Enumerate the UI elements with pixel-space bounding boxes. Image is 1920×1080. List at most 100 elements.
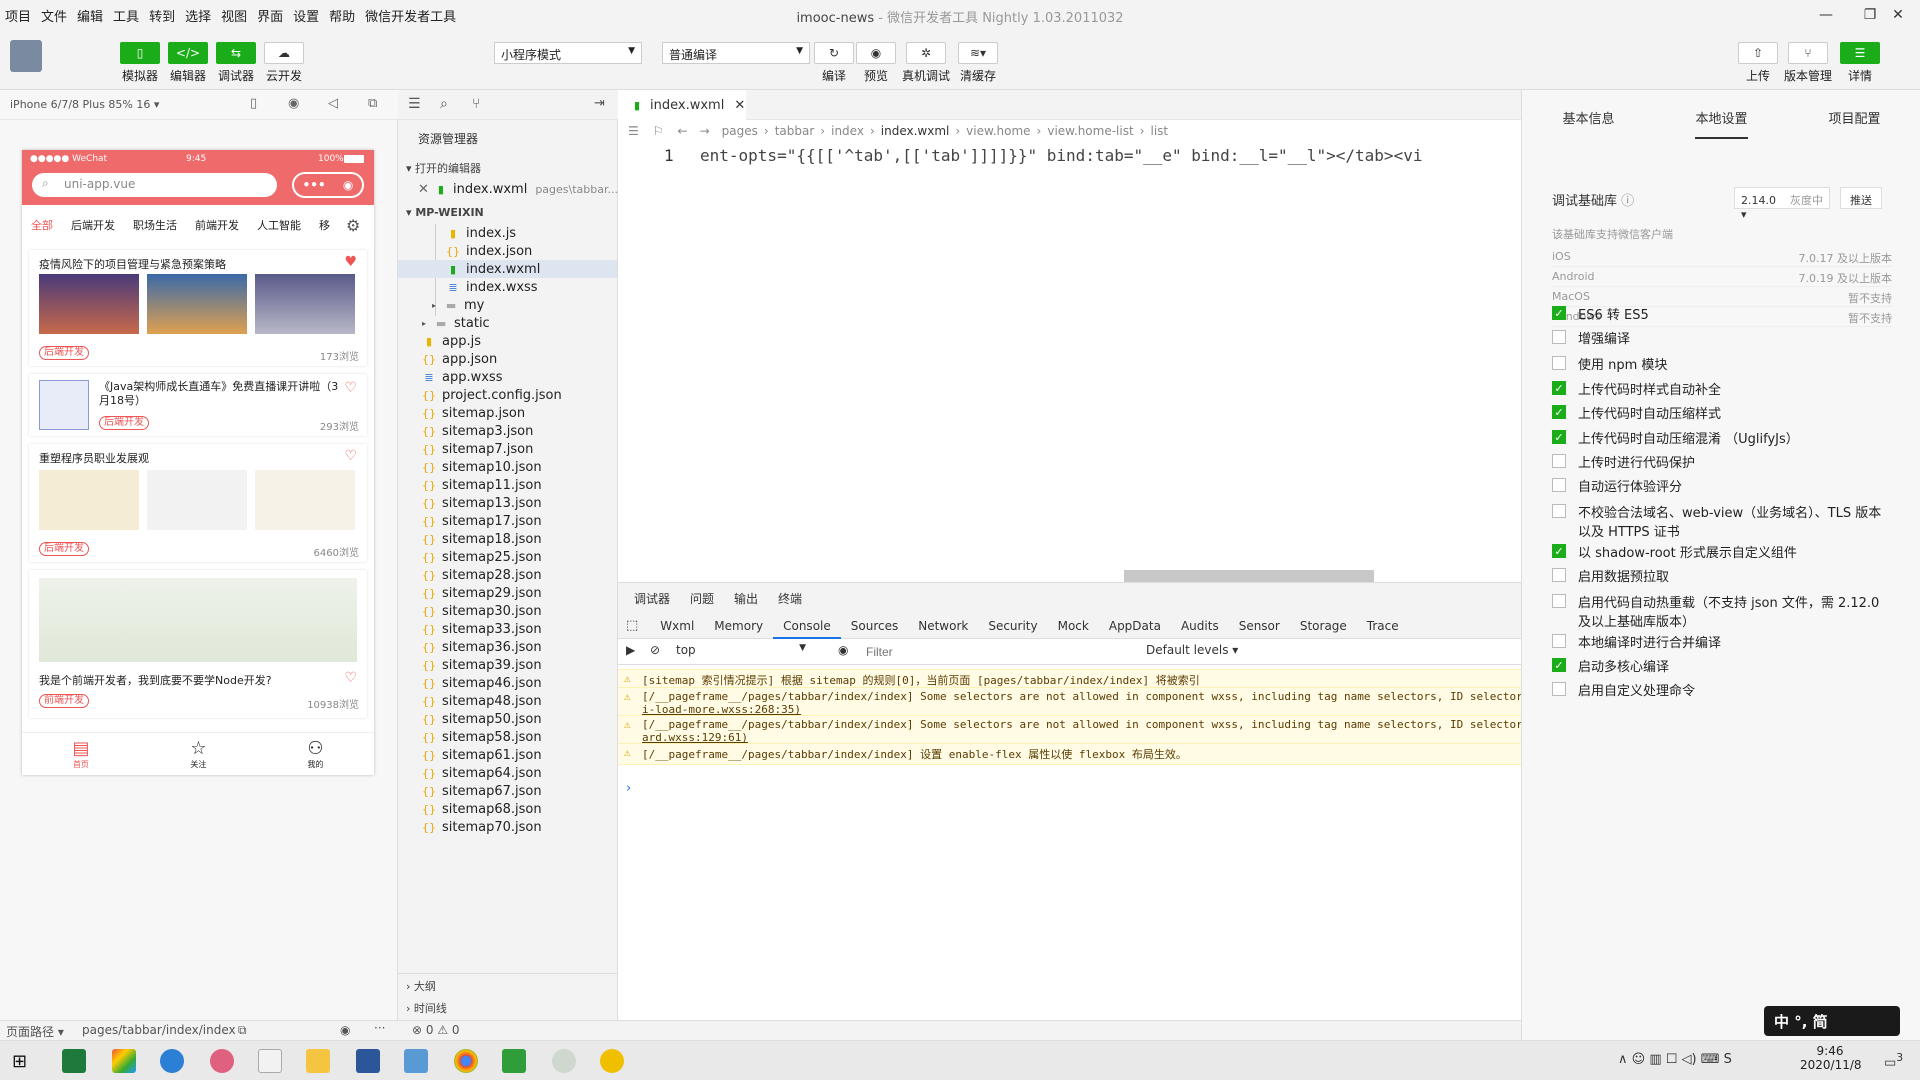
setting-checkbox[interactable]: ✓ 以 shadow-root 形式展示自定义组件 — [1552, 542, 1892, 561]
heart-icon[interactable]: ♡ — [344, 448, 357, 464]
setting-checkbox[interactable]: ✓ 启动多核心编译 — [1552, 656, 1892, 675]
breadcrumb-item[interactable]: index.wxml — [881, 124, 950, 138]
copy-icon[interactable]: ⧉ — [238, 1023, 247, 1038]
phone-search-bar[interactable]: ⌕ uni-app.vue — [32, 173, 277, 197]
setting-checkbox[interactable]: 增强编译 — [1552, 328, 1892, 347]
setting-checkbox[interactable]: 启用数据预拉取 — [1552, 566, 1892, 585]
heart-icon[interactable]: ♡ — [344, 380, 357, 396]
debug-top-tab[interactable]: 调试器 — [624, 590, 680, 607]
editor-button[interactable]: </> 编辑器 — [168, 42, 208, 84]
check-icon[interactable]: ✓ — [1552, 430, 1566, 444]
checkbox-icon[interactable] — [1552, 504, 1566, 518]
ime-toolbar[interactable]: 中 °, 简 — [1764, 1006, 1900, 1036]
eye-icon[interactable]: ◉ — [838, 643, 848, 657]
upload-button[interactable]: ⇧ 上传 — [1738, 42, 1778, 84]
category-tab[interactable]: 后端开发 — [62, 217, 124, 233]
file-tree-item[interactable]: {} sitemap28.json — [398, 566, 617, 584]
checkbox-icon[interactable] — [1552, 454, 1566, 468]
menu-item[interactable]: 界面 — [252, 6, 288, 25]
setting-checkbox[interactable]: 不校验合法域名、web-view（业务域名）、TLS 版本以及 HTTPS 证书 — [1552, 502, 1892, 540]
tab-follow[interactable]: ☆ 关注 — [190, 738, 206, 770]
device-select[interactable]: iPhone 6/7/8 Plus 85% 16 ▾ — [10, 98, 159, 111]
path-label[interactable]: 页面路径 ▾ — [6, 1023, 64, 1040]
minimize-button[interactable]: — — [1804, 0, 1848, 30]
setting-checkbox[interactable]: 上传时进行代码保护 — [1552, 452, 1892, 471]
file-tree-item[interactable]: {} sitemap17.json — [398, 512, 617, 530]
details-tab[interactable]: 基本信息 — [1562, 108, 1614, 127]
check-icon[interactable]: ✓ — [1552, 381, 1566, 395]
timeline-section[interactable]: › 时间线 — [406, 1000, 447, 1016]
check-icon[interactable]: ✓ — [1552, 405, 1566, 419]
file-tree-item[interactable]: ≣ index.wxss — [398, 278, 617, 296]
category-tab[interactable]: 人工智能 — [248, 217, 310, 233]
breadcrumb-item[interactable]: index — [831, 124, 864, 138]
notification-icon[interactable]: ▭3 — [1884, 1051, 1903, 1070]
project-section[interactable]: ▾ MP-WEIXIN — [406, 206, 484, 219]
inspect-icon[interactable]: ⬚ — [618, 618, 650, 633]
breadcrumb-item[interactable]: pages — [722, 124, 758, 138]
tab-me[interactable]: ⚇ 我的 — [307, 738, 323, 770]
outline-list-icon[interactable]: ☰ — [628, 124, 639, 138]
heart-icon[interactable]: ♡ — [344, 670, 357, 686]
article-card[interactable]: 我是个前端开发者，我到底要不要学Node开发? ♡ 前端开发 10938浏览 — [29, 570, 367, 718]
file-tree-item[interactable]: {} sitemap11.json — [398, 476, 617, 494]
devtools-tab[interactable]: Network — [908, 619, 978, 633]
file-tree-item[interactable]: {} sitemap30.json — [398, 602, 617, 620]
tray-icons[interactable]: ∧ ☺ ▥ ☐ ◁) ⌨ S — [1618, 1052, 1732, 1067]
more-icon[interactable]: ··· — [374, 1021, 385, 1035]
cloud-button[interactable]: ☁ 云开发 — [264, 42, 304, 84]
file-tree-item[interactable]: {} sitemap70.json — [398, 818, 617, 836]
close-icon[interactable]: ✕ — [418, 182, 429, 197]
file-tree-item[interactable]: {} sitemap33.json — [398, 620, 617, 638]
breadcrumb-item[interactable]: list — [1151, 124, 1169, 138]
file-tree-item[interactable]: {} sitemap68.json — [398, 800, 617, 818]
file-tree-item[interactable]: {} sitemap25.json — [398, 548, 617, 566]
word-icon[interactable] — [356, 1049, 380, 1073]
file-tree-item[interactable]: {} sitemap39.json — [398, 656, 617, 674]
clock[interactable]: 9:46 2020/11/8 — [1800, 1044, 1862, 1072]
menu-item[interactable]: 文件 — [36, 6, 72, 25]
checkbox-icon[interactable] — [1552, 356, 1566, 370]
breadcrumb-item[interactable]: view.home-list — [1047, 124, 1133, 138]
branch-icon[interactable]: ⑂ — [472, 96, 480, 112]
file-tree-item[interactable]: ▮ app.js — [398, 332, 617, 350]
hbuilder-icon[interactable] — [502, 1049, 526, 1073]
category-tab[interactable]: 职场生活 — [124, 217, 186, 233]
chrome-icon[interactable] — [454, 1049, 478, 1073]
editor-tab[interactable]: ▮ index.wxml ✕ — [618, 90, 746, 120]
checkbox-icon[interactable] — [1552, 330, 1566, 344]
file-tree-item[interactable]: {} app.json — [398, 350, 617, 368]
file-tree-item[interactable]: {} index.json — [398, 242, 617, 260]
mode-select[interactable]: 小程序模式 ▼ — [494, 42, 642, 64]
wechat-devtools-icon[interactable] — [552, 1049, 576, 1073]
settings-icon[interactable]: ⚙ — [346, 216, 360, 235]
breadcrumb-item[interactable]: tabbar — [775, 124, 815, 138]
menu-item[interactable]: 设置 — [288, 6, 324, 25]
file-tree-item[interactable]: {} sitemap3.json — [398, 422, 617, 440]
search-icon[interactable]: ⌕ — [440, 96, 448, 112]
file-tree-item[interactable]: ▸ ▬ static — [398, 314, 617, 332]
devtools-tab[interactable]: Mock — [1048, 619, 1099, 633]
checkbox-icon[interactable] — [1552, 634, 1566, 648]
forward-arrow-icon[interactable]: → — [700, 124, 710, 138]
close-icon[interactable]: ✕ — [734, 98, 745, 113]
category-tab[interactable]: 全部 — [22, 217, 62, 233]
details-button[interactable]: ☰ 详情 — [1840, 42, 1880, 84]
list-icon[interactable]: ☰ — [408, 96, 421, 112]
file-tree-item[interactable]: ▸ ▬ my — [398, 296, 617, 314]
file-tree-item[interactable]: {} sitemap36.json — [398, 638, 617, 656]
preview-button[interactable]: ◉ 预览 — [856, 42, 896, 84]
devtools-tab[interactable]: Sensor — [1229, 619, 1290, 633]
devtools-tab[interactable]: Security — [978, 619, 1047, 633]
category-tab[interactable]: 前端开发 — [186, 217, 248, 233]
devtools-tab[interactable]: Audits — [1171, 619, 1229, 633]
check-icon[interactable]: ✓ — [1552, 544, 1566, 558]
menu-item[interactable]: 选择 — [180, 6, 216, 25]
menu-item[interactable]: 工具 — [108, 6, 144, 25]
details-tab[interactable]: 本地设置 — [1695, 108, 1748, 139]
file-tree-item[interactable]: {} sitemap64.json — [398, 764, 617, 782]
menu-item[interactable]: 帮助 — [324, 6, 360, 25]
compile-button[interactable]: ↻ 编译 — [814, 42, 854, 84]
avatar[interactable] — [10, 40, 42, 72]
debugger-button[interactable]: ⇆ 调试器 — [216, 42, 256, 84]
